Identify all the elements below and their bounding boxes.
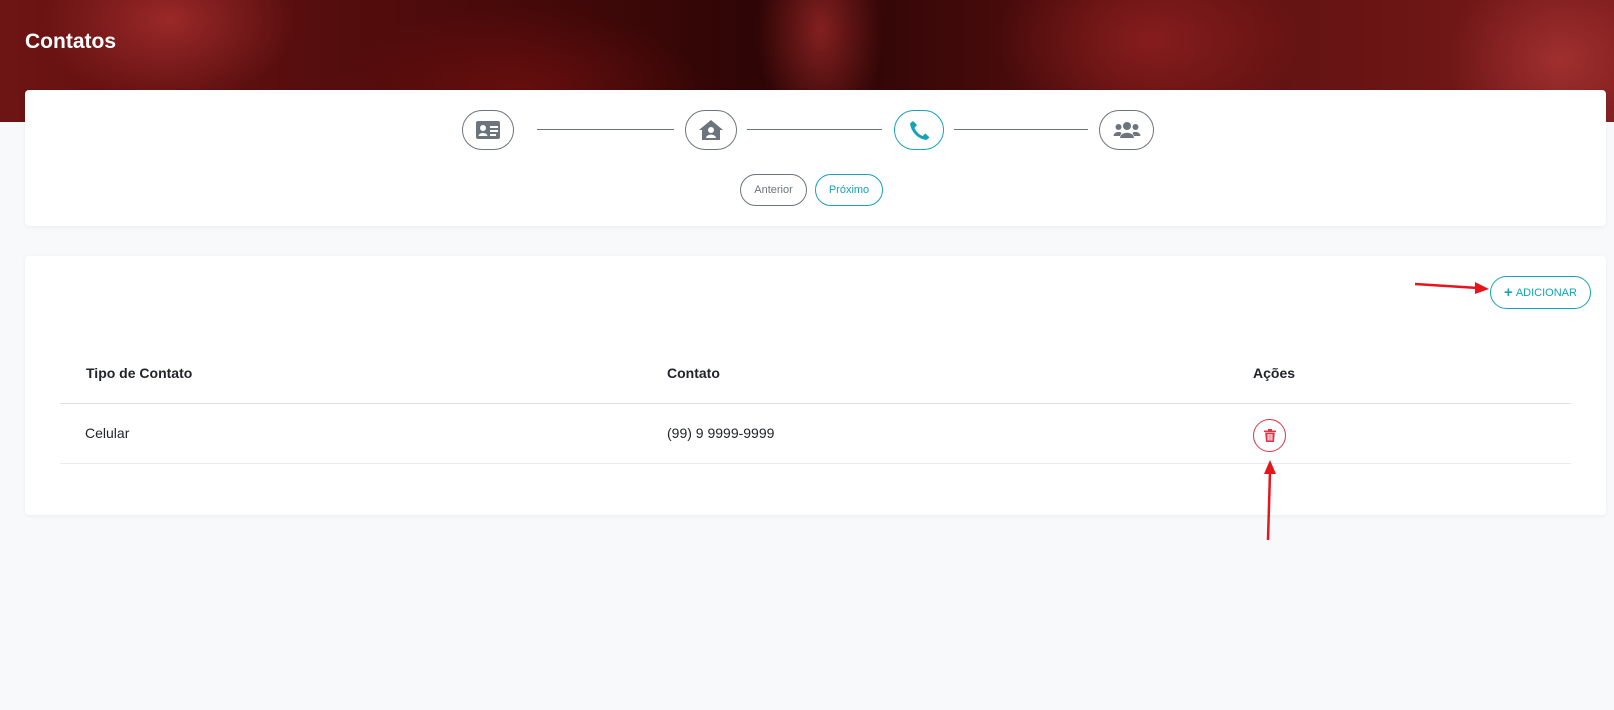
page-title: Contatos — [25, 30, 116, 53]
step-connector — [537, 129, 674, 130]
stepper-card: Anterior Próximo — [25, 90, 1606, 226]
step-address[interactable] — [685, 110, 737, 150]
contacts-card: + ADICIONAR Tipo de Contato Contato Açõe… — [25, 256, 1606, 515]
cell-tipo: Celular — [85, 425, 130, 441]
previous-button[interactable]: Anterior — [740, 174, 807, 206]
step-connector — [747, 129, 882, 130]
column-header-acoes: Ações — [1253, 365, 1296, 381]
table-row-divider — [60, 463, 1571, 464]
delete-button[interactable] — [1253, 419, 1286, 452]
next-button[interactable]: Próximo — [815, 174, 883, 206]
step-connector — [954, 129, 1088, 130]
trash-icon — [1263, 429, 1276, 442]
column-header-tipo: Tipo de Contato — [86, 365, 193, 381]
step-contacts[interactable] — [894, 110, 944, 150]
cell-contato: (99) 9 9999-9999 — [667, 425, 775, 441]
house-user-icon — [699, 120, 723, 140]
step-personal-data[interactable] — [462, 110, 514, 150]
column-header-contato: Contato — [667, 365, 720, 381]
phone-icon — [910, 121, 930, 140]
table-header-divider — [60, 403, 1571, 404]
plus-icon: + — [1504, 284, 1513, 301]
add-contact-label: ADICIONAR — [1515, 286, 1577, 299]
add-contact-button[interactable]: + ADICIONAR — [1490, 276, 1591, 309]
step-family[interactable] — [1099, 110, 1154, 150]
users-icon — [1113, 122, 1140, 138]
id-card-icon — [476, 121, 500, 139]
